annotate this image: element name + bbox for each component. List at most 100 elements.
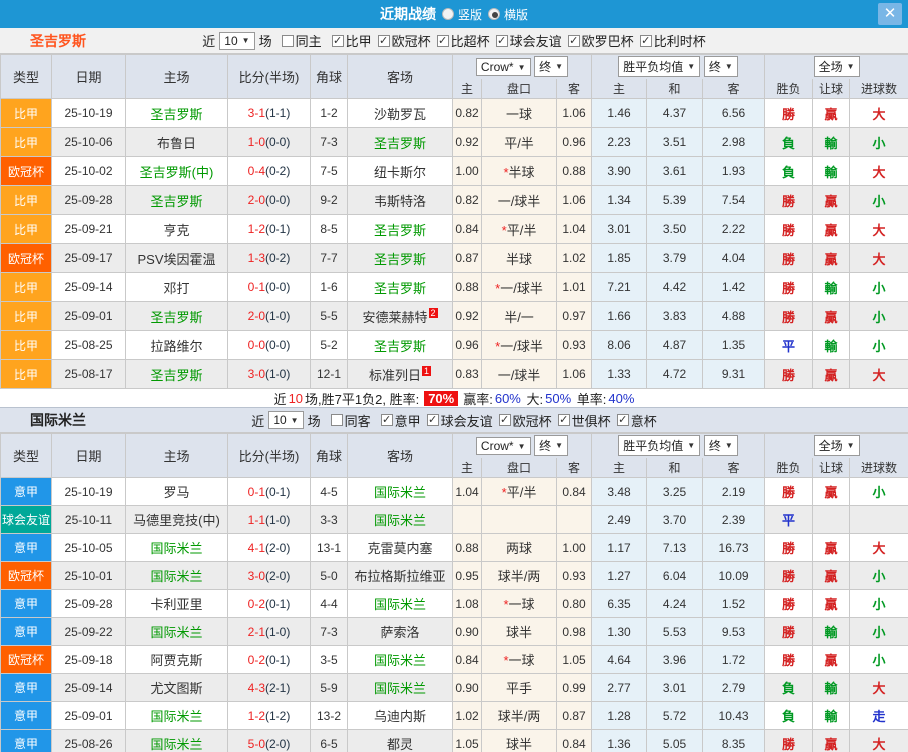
bookmaker-group: Crow* ▼ 终 ▼	[451, 433, 593, 458]
league-checkbox[interactable]: ✓ 球会友谊	[426, 411, 493, 430]
away-team-filter-row: 国际米兰 近 10 ▼ 场 同客 ✓ 意甲 ✓ 球会友谊 ✓ 欧冠杯 ✓ 世俱杯 ✓ 意杯	[0, 407, 908, 433]
bookmaker-select[interactable]: Crow* ▼	[475, 437, 531, 456]
match-date: 25-10-05	[51, 533, 126, 562]
league-checkbox[interactable]: ✓ 球会友谊	[495, 31, 562, 50]
col-handicap: 盘口	[481, 457, 557, 478]
avg-draw: 4.87	[646, 330, 704, 360]
result-goals: 小	[849, 617, 908, 646]
corner-score: 1-2	[310, 98, 348, 128]
result-handicap: 贏	[812, 359, 851, 389]
same-venue-checkbox[interactable]: 同主	[281, 31, 322, 50]
result-goals: 大	[849, 729, 908, 752]
corner-score: 12-1	[310, 359, 348, 389]
same-venue-checkbox[interactable]: 同客	[330, 411, 371, 430]
league-checkbox[interactable]: ✓ 欧罗巴杯	[567, 31, 634, 50]
league-checkbox[interactable]: ✓ 世俱杯	[557, 411, 611, 430]
close-icon[interactable]: ✕	[878, 3, 902, 25]
league-checkbox[interactable]: ✓ 意甲	[380, 411, 421, 430]
away-team: 圣吉罗斯	[347, 330, 453, 360]
col-let-ball: 让球	[812, 457, 851, 478]
match-date: 25-10-19	[51, 477, 126, 506]
scope-select[interactable]: 全场 ▼	[813, 56, 860, 78]
result-handicap: 輸	[812, 330, 851, 360]
match-date: 25-08-25	[51, 330, 126, 360]
odds-away: 0.93	[555, 330, 593, 360]
result-goals: 大	[849, 156, 908, 186]
avg-select[interactable]: 胜平负均值 ▼	[618, 56, 701, 78]
league-badge: 意甲	[0, 589, 52, 618]
away-team: 国际米兰	[347, 645, 453, 674]
avg-draw: 3.25	[646, 477, 704, 506]
odds-away: 1.06	[555, 185, 593, 215]
odds-home: 1.08	[452, 589, 482, 618]
league-checkbox[interactable]: ✓ 欧冠杯	[498, 411, 552, 430]
avg-select[interactable]: 胜平负均值 ▼	[618, 435, 701, 457]
radio-horizontal-layout[interactable]: 横版	[488, 6, 528, 23]
handicap: 一/球半	[481, 359, 557, 389]
league-checkbox[interactable]: ✓ 比利时杯	[639, 31, 706, 50]
home-team: PSV埃因霍温	[125, 243, 228, 273]
away-team: 标准列日 1	[347, 359, 453, 389]
match-row: 意甲 25-10-05 国际米兰 4-1(2-0) 13-1 克雷莫内塞 0.8…	[0, 533, 908, 562]
match-date: 25-08-26	[51, 729, 126, 752]
league-checkbox[interactable]: ✓ 欧冠杯	[377, 31, 431, 50]
odds-home: 0.90	[452, 617, 482, 646]
odds-home: 0.88	[452, 533, 482, 562]
match-date: 25-09-28	[51, 185, 126, 215]
radio-selected-icon[interactable]	[488, 8, 500, 20]
col-handicap: 盘口	[481, 78, 557, 99]
league-checkbox[interactable]: ✓ 比甲	[331, 31, 372, 50]
result-handicap: 輸	[812, 156, 851, 186]
match-row: 意甲 25-09-28 卡利亚里 0-2(0-1) 4-4 国际米兰 1.08 …	[0, 589, 908, 618]
handicap: *一/球半	[481, 272, 557, 302]
avg-away: 2.98	[702, 127, 766, 157]
result-goals: 大	[849, 243, 908, 273]
result-goals: 小	[849, 330, 908, 360]
result-wdl: 負	[764, 156, 814, 186]
avg-home: 7.21	[591, 272, 648, 302]
avg-home: 3.90	[591, 156, 648, 186]
away-team: 萨索洛	[347, 617, 453, 646]
scope-group: 全场 ▼	[764, 433, 908, 458]
col-odds-away: 客	[555, 457, 593, 478]
odds-home: 0.82	[452, 98, 482, 128]
bookmaker-select[interactable]: Crow* ▼	[475, 58, 531, 77]
match-date: 25-10-02	[51, 156, 126, 186]
avg-away: 1.72	[702, 645, 766, 674]
radio-icon[interactable]	[441, 8, 454, 20]
odds-stage-select[interactable]: 终 ▼	[534, 435, 569, 457]
result-goals: 小	[849, 589, 908, 618]
avg-group: 胜平负均值 ▼ 终 ▼	[591, 433, 766, 458]
home-team: 圣吉罗斯	[125, 301, 228, 331]
result-handicap: 贏	[812, 185, 851, 215]
handicap: 平/半	[481, 127, 557, 157]
col-home: 主场	[125, 433, 228, 478]
match-count-select[interactable]: 10 ▼	[268, 411, 304, 429]
league-checkbox[interactable]: ✓ 意杯	[616, 411, 657, 430]
corner-score: 4-4	[310, 589, 348, 618]
result-goals: 小	[849, 301, 908, 331]
col-result: 胜负	[764, 78, 814, 99]
home-team: 国际米兰	[125, 701, 228, 730]
score: 1-0(0-0)	[227, 127, 311, 157]
radio-vertical-layout[interactable]: 竖版	[441, 6, 482, 23]
away-team: 韦斯特洛	[347, 185, 453, 215]
avg-home: 1.28	[591, 701, 648, 730]
col-avg-home: 主	[591, 457, 648, 478]
league-badge: 比甲	[0, 301, 52, 331]
result-handicap: 輸	[812, 127, 851, 157]
match-row: 欧冠杯 25-10-02 圣吉罗斯(中) 0-4(0-2) 7-5 纽卡斯尔 1…	[0, 156, 908, 186]
avg-draw: 5.05	[646, 729, 704, 752]
avg-stage-select[interactable]: 终 ▼	[703, 56, 738, 78]
league-badge: 比甲	[0, 359, 52, 389]
league-badge: 欧冠杯	[0, 645, 52, 674]
avg-stage-select[interactable]: 终 ▼	[703, 435, 738, 457]
odds-stage-select[interactable]: 终 ▼	[534, 56, 569, 78]
col-away: 客场	[347, 54, 453, 99]
scope-select[interactable]: 全场 ▼	[813, 435, 860, 457]
odds-away: 0.88	[555, 156, 593, 186]
away-team: 乌迪内斯	[347, 701, 453, 730]
league-checkbox[interactable]: ✓ 比超杯	[436, 31, 490, 50]
avg-draw: 4.72	[646, 359, 704, 389]
match-count-select[interactable]: 10 ▼	[219, 31, 255, 50]
